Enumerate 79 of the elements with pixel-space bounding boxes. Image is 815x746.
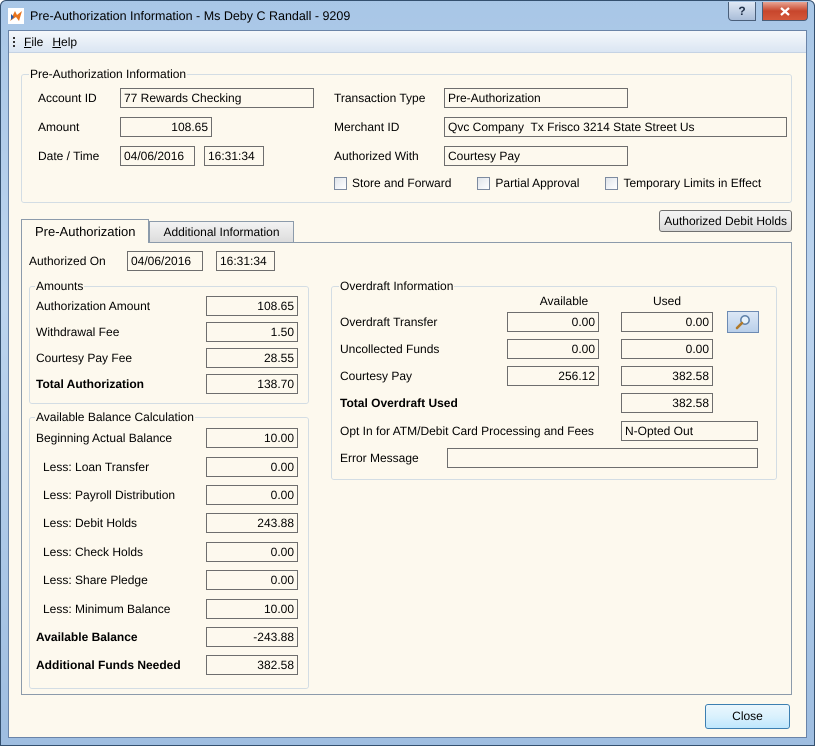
text-field[interactable]: 382.58 — [621, 392, 713, 412]
column-header: Available — [538, 294, 590, 308]
text-field[interactable]: 1.50 — [206, 322, 298, 342]
time-field[interactable]: 16:31:34 — [216, 251, 275, 271]
field-label: Less: Check Holds — [42, 544, 144, 559]
tab[interactable]: Pre-Authorization — [21, 219, 150, 243]
field-label: Authorization Amount — [36, 299, 152, 313]
text-field[interactable]: 0.00 — [621, 312, 713, 332]
field-label: Beginning Actual Balance — [36, 431, 174, 446]
field-label: Less: Share Pledge — [42, 573, 149, 588]
text-field[interactable]: 0.00 — [507, 338, 599, 358]
search-button[interactable] — [727, 310, 759, 332]
field-label: Total Authorization — [36, 377, 145, 391]
text-field[interactable]: -243.88 — [206, 626, 298, 647]
text-field[interactable]: 10.00 — [206, 428, 298, 448]
help-button[interactable]: ? — [728, 2, 756, 21]
field-label: Less: Loan Transfer — [42, 460, 150, 474]
checkbox[interactable]: Partial Approval — [477, 176, 580, 190]
tab[interactable]: Additional Information — [149, 221, 294, 242]
field-label: Authorized On — [29, 254, 107, 268]
text-field[interactable]: 0.00 — [206, 484, 298, 505]
text-field[interactable]: 108.65 — [120, 116, 212, 136]
text-field[interactable]: Qvc Company Tx Frisco 3214 State Street Us — [444, 116, 787, 136]
app-icon — [8, 8, 24, 24]
text-field[interactable]: N-Opted Out — [621, 420, 758, 440]
group-title: Amounts — [35, 279, 84, 293]
date-field[interactable]: 04/06/2016 — [120, 146, 195, 166]
window-title: Pre-Authorization Information - Ms Deby C Randall - 9209 — [30, 8, 352, 22]
field-label: Opt In for ATM/Debit Card Processing and Fees — [340, 424, 595, 438]
text-field[interactable]: 0.00 — [206, 570, 298, 590]
field-label: Courtesy Pay Fee — [36, 351, 134, 365]
text-field[interactable]: 382.58 — [621, 366, 713, 386]
field-label: Overdraft Transfer — [340, 314, 438, 328]
menu-item[interactable]: File — [24, 34, 44, 48]
text-field[interactable] — [447, 448, 758, 468]
text-field[interactable]: 256.12 — [507, 366, 599, 386]
field-label: Merchant ID — [334, 120, 400, 134]
checkbox[interactable]: Store and Forward — [334, 176, 452, 190]
text-field[interactable]: 138.70 — [206, 374, 298, 394]
text-field[interactable]: 77 Rewards Checking — [120, 88, 314, 108]
field-label: Less: Debit Holds — [42, 516, 138, 530]
group-title: Available Balance Calculation — [35, 410, 195, 424]
group-title: Pre-Authorization Information — [29, 67, 188, 81]
field-label: Uncollected Funds — [340, 342, 440, 356]
column-header: Used — [652, 294, 682, 308]
text-field[interactable]: 108.65 — [206, 296, 298, 316]
field-label: Amount — [38, 120, 80, 134]
field-label: Withdrawal Fee — [36, 325, 120, 339]
field-label: Less: Payroll Distribution — [42, 488, 176, 502]
field-label: Date / Time — [38, 148, 100, 162]
field-label: Account ID — [38, 90, 98, 104]
text-field[interactable]: 0.00 — [507, 312, 599, 332]
text-field[interactable]: Courtesy Pay — [444, 146, 628, 166]
field-label: Additional Funds Needed — [36, 658, 182, 672]
field-label: Transaction Type — [334, 90, 426, 104]
field-label: Courtesy Pay — [340, 368, 414, 382]
text-field[interactable]: 0.00 — [206, 456, 298, 477]
close-dialog-button[interactable]: Close — [705, 704, 790, 729]
date-field[interactable]: 04/06/2016 — [127, 251, 203, 271]
field-label: Available Balance — [36, 630, 139, 644]
text-field[interactable]: 28.55 — [206, 348, 298, 368]
search-icon — [735, 314, 751, 330]
field-label: Error Message — [340, 451, 420, 465]
close-icon — [780, 6, 790, 16]
menu-item[interactable]: Help — [52, 34, 78, 48]
debit-holds-button[interactable]: Authorized Debit Holds — [659, 210, 792, 232]
text-field[interactable]: Pre-Authorization — [444, 88, 628, 108]
text-field[interactable]: 0.00 — [206, 542, 298, 562]
group-title: Overdraft Information — [339, 279, 454, 293]
text-field[interactable]: 243.88 — [206, 513, 298, 534]
checkbox[interactable]: Temporary Limits in Effect — [605, 176, 762, 190]
text-field[interactable]: 0.00 — [621, 338, 713, 358]
close-button[interactable] — [762, 2, 808, 21]
text-field[interactable]: 10.00 — [206, 598, 298, 619]
field-label: Total Overdraft Used — [340, 396, 459, 410]
field-label: Less: Minimum Balance — [42, 602, 172, 616]
text-field[interactable]: 382.58 — [206, 655, 298, 676]
field-label: Authorized With — [334, 148, 420, 162]
time-field[interactable]: 16:31:34 — [204, 146, 264, 166]
